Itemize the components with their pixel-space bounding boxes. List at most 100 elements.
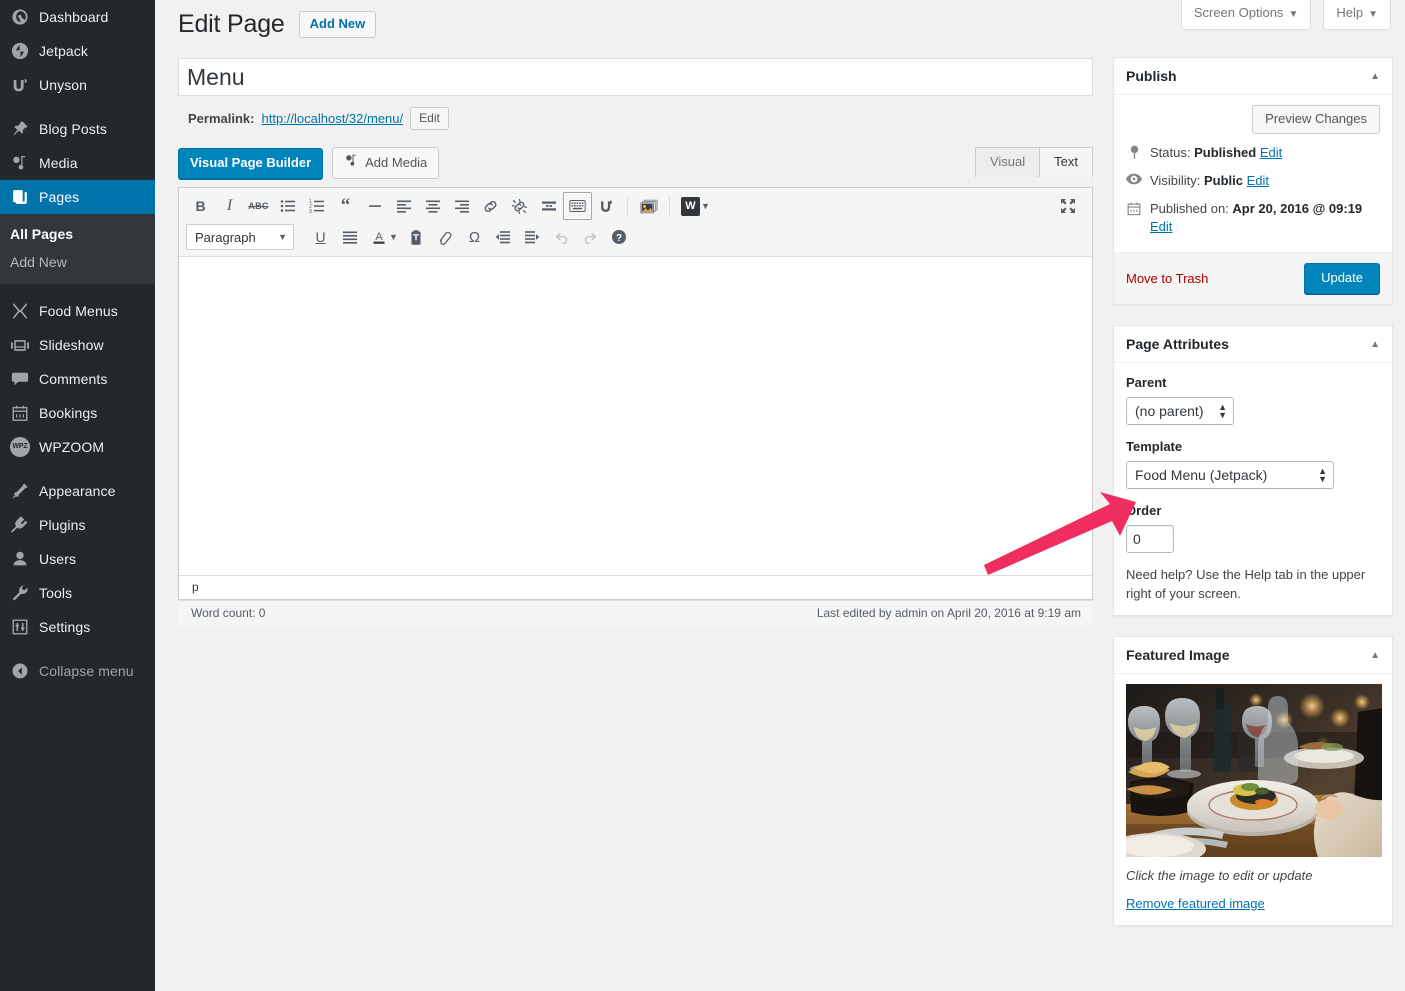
remove-link-icon[interactable] — [505, 192, 534, 220]
paste-as-text-icon[interactable] — [402, 223, 431, 251]
sidebar-item-dashboard[interactable]: Dashboard — [0, 0, 155, 34]
visual-page-builder-button[interactable]: Visual Page Builder — [178, 147, 324, 179]
numbered-list-icon[interactable]: 123 — [302, 192, 331, 220]
strikethrough-icon[interactable]: ABC — [244, 192, 273, 220]
page-attributes-box: Page Attributes ▲ Parent (no parent) ▲ ▼ … — [1113, 325, 1393, 616]
tab-text[interactable]: Text — [1039, 147, 1093, 177]
template-select[interactable]: Food Menu (Jetpack) ▲ ▼ — [1126, 461, 1334, 489]
editor-content-area[interactable] — [179, 257, 1092, 575]
screen-meta-links: Screen Options ▼ Help ▼ — [1180, 0, 1391, 30]
chevron-up-icon[interactable]: ▲ — [1370, 71, 1380, 82]
publish-box-header[interactable]: Publish ▲ — [1114, 58, 1392, 95]
sidebar-item-bookings[interactable]: Bookings — [0, 396, 155, 430]
sidebar-item-jetpack[interactable]: Jetpack — [0, 34, 155, 68]
chevron-down-icon[interactable]: ▼ — [701, 201, 710, 211]
chevron-up-icon[interactable]: ▲ — [1370, 339, 1380, 350]
align-right-icon[interactable] — [447, 192, 476, 220]
sidebar-item-appearance[interactable]: Appearance — [0, 474, 155, 508]
indent-icon[interactable] — [518, 223, 547, 251]
sidebar-item-media[interactable]: Media — [0, 146, 155, 180]
sidebar-subitem-all-pages[interactable]: All Pages — [0, 220, 155, 248]
keyboard-shortcuts-icon[interactable]: ? — [605, 223, 634, 251]
sidebar-item-unyson[interactable]: Unyson — [0, 68, 155, 102]
move-to-trash-link[interactable]: Move to Trash — [1126, 271, 1208, 286]
permalink-link[interactable]: http://localhost/32/menu/ — [261, 111, 403, 126]
update-button[interactable]: Update — [1304, 263, 1380, 294]
outdent-icon[interactable] — [489, 223, 518, 251]
read-more-icon[interactable] — [534, 192, 563, 220]
pages-icon — [10, 187, 30, 207]
admin-sidebar: Dashboard Jetpack Unyson Blog Posts Media Pag… — [0, 0, 163, 991]
insert-link-icon[interactable] — [476, 192, 505, 220]
edit-published-link[interactable]: Edit — [1150, 219, 1172, 234]
pin-icon — [10, 119, 30, 139]
add-media-button[interactable]: Add Media — [332, 147, 440, 179]
featured-image-header[interactable]: Featured Image ▲ — [1114, 637, 1392, 674]
add-new-page-button[interactable]: Add New — [298, 10, 377, 38]
underline-icon[interactable]: U — [306, 223, 335, 251]
published-on-text: Published on: Apr 20, 2016 @ 09:19 Edit — [1150, 200, 1380, 236]
preview-changes-button[interactable]: Preview Changes — [1252, 105, 1380, 134]
horizontal-rule-icon[interactable] — [360, 192, 389, 220]
remove-featured-image-link[interactable]: Remove featured image — [1126, 896, 1265, 911]
chevron-up-icon[interactable]: ▲ — [1370, 650, 1380, 661]
chevron-down-icon: ▼ — [278, 232, 287, 242]
page-header: Edit Page Add New — [178, 8, 377, 40]
justify-icon[interactable] — [335, 223, 364, 251]
sidebar-item-comments[interactable]: Comments — [0, 362, 155, 396]
settings-icon — [10, 617, 30, 637]
align-left-icon[interactable] — [389, 192, 418, 220]
status-text: Status: Published Edit — [1150, 144, 1282, 162]
page-attributes-title: Page Attributes — [1126, 336, 1229, 352]
unyson-shortcode-icon[interactable] — [592, 192, 621, 220]
order-input[interactable] — [1126, 525, 1174, 553]
screen-options-button[interactable]: Screen Options ▼ — [1180, 0, 1312, 30]
help-button[interactable]: Help ▼ — [1323, 0, 1391, 30]
sidebar-item-settings[interactable]: Settings — [0, 610, 155, 644]
fullscreen-icon[interactable] — [1053, 192, 1082, 220]
page-attributes-header[interactable]: Page Attributes ▲ — [1114, 326, 1392, 363]
clear-formatting-icon[interactable] — [431, 223, 460, 251]
sidebar-collapse-menu[interactable]: Collapse menu — [0, 654, 155, 688]
sidebar-item-plugins[interactable]: Plugins — [0, 508, 155, 542]
featured-image-thumbnail[interactable] — [1126, 684, 1382, 857]
chevron-down-icon: ▼ — [1288, 9, 1299, 20]
edit-permalink-button[interactable]: Edit — [410, 107, 449, 130]
bold-icon[interactable]: B — [186, 192, 215, 220]
sidebar-item-food-menus[interactable]: Food Menus — [0, 294, 155, 328]
sidebar-item-tools[interactable]: Tools — [0, 576, 155, 610]
sidebar-item-wpzoom[interactable]: WPZ WPZOOM — [0, 430, 155, 464]
svg-text:3: 3 — [309, 209, 312, 214]
page-title-input[interactable] — [178, 58, 1093, 96]
blockquote-icon[interactable]: “ — [331, 192, 360, 220]
chevron-down-icon[interactable]: ▼ — [389, 232, 398, 242]
bulleted-list-icon[interactable] — [273, 192, 302, 220]
featured-image-inside: Click the image to edit or update Remove… — [1114, 674, 1392, 925]
calendar-icon — [10, 403, 30, 423]
status-label: Status: — [1150, 145, 1191, 160]
featured-image-title: Featured Image — [1126, 647, 1230, 663]
edit-visibility-link[interactable]: Edit — [1247, 173, 1269, 188]
sidebar-item-label: Media — [39, 155, 78, 171]
brush-icon — [10, 481, 30, 501]
sidebar-subitem-add-new[interactable]: Add New — [0, 248, 155, 276]
insert-slider-icon[interactable] — [634, 192, 663, 220]
tab-visual[interactable]: Visual — [974, 147, 1041, 177]
align-center-icon[interactable] — [418, 192, 447, 220]
parent-select[interactable]: (no parent) ▲ ▼ — [1126, 397, 1234, 425]
sidebar-item-users[interactable]: Users — [0, 542, 155, 576]
visibility-text: Visibility: Public Edit — [1150, 172, 1269, 190]
sidebar-item-label: Jetpack — [39, 43, 88, 59]
edit-status-link[interactable]: Edit — [1260, 145, 1282, 160]
redo-icon[interactable] — [576, 223, 605, 251]
special-character-icon[interactable]: Ω — [460, 223, 489, 251]
sidebar-item-pages[interactable]: Pages — [0, 180, 163, 214]
sidebar-separator — [0, 464, 155, 474]
toolbar-toggle-icon[interactable] — [563, 192, 592, 220]
italic-icon[interactable]: I — [215, 192, 244, 220]
sidebar-item-slideshow[interactable]: Slideshow — [0, 328, 155, 362]
sidebar-item-blog-posts[interactable]: Blog Posts — [0, 112, 155, 146]
paragraph-format-select[interactable]: Paragraph ▼ — [186, 224, 294, 250]
undo-icon[interactable] — [547, 223, 576, 251]
featured-image-caption: Click the image to edit or update — [1126, 868, 1313, 883]
